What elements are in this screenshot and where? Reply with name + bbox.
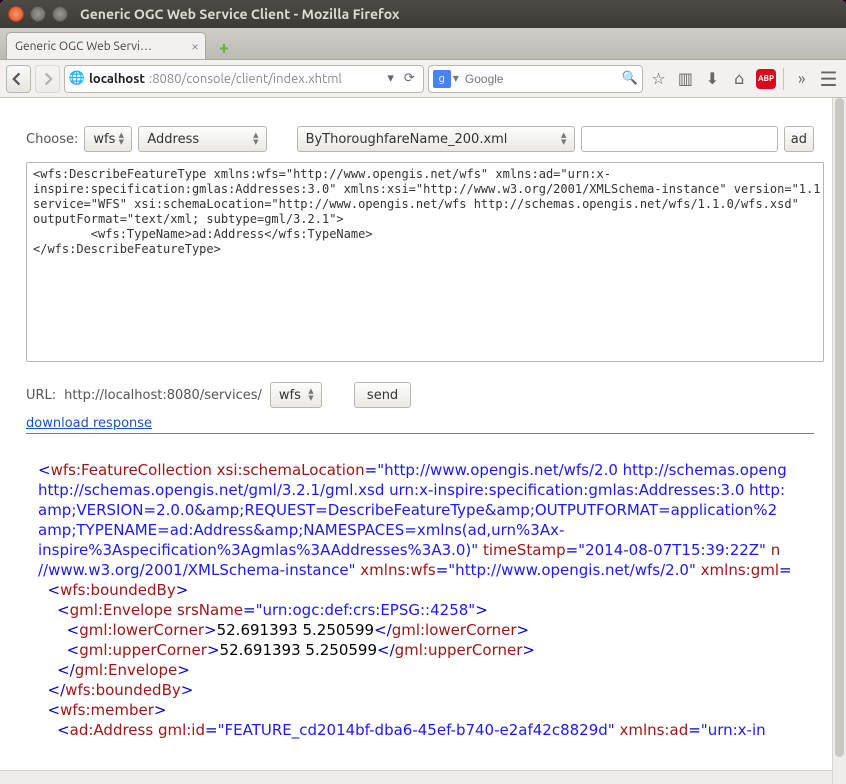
page-content: Choose: wfs ▲▼ Address ▲▼ ByThoroughfare… bbox=[0, 98, 832, 770]
overflow-icon[interactable]: » bbox=[790, 65, 813, 93]
search-engine-dropdown-icon[interactable]: ▼ bbox=[453, 74, 459, 83]
downloads-icon[interactable]: ⬇ bbox=[701, 65, 724, 93]
url-service-select[interactable]: wfs ▲▼ bbox=[270, 382, 322, 408]
spinner-icon: ▲▼ bbox=[558, 129, 570, 149]
browser-tab[interactable]: Generic OGC Web Servi… × bbox=[6, 32, 206, 59]
new-tab-button[interactable]: + bbox=[212, 37, 236, 59]
url-bar[interactable]: 🌐 localhost :8080/console/client/index.xh… bbox=[64, 65, 424, 93]
window-close-button[interactable] bbox=[8, 6, 24, 22]
reader-icon[interactable]: ▥ bbox=[674, 65, 697, 93]
search-engine-icon[interactable]: g bbox=[433, 70, 451, 88]
bookmark-star-icon[interactable]: ☆ bbox=[647, 65, 670, 93]
forward-button[interactable] bbox=[35, 65, 60, 93]
search-bar[interactable]: g ▼ 🔍 bbox=[428, 65, 643, 93]
nav-toolbar: 🌐 localhost :8080/console/client/index.xh… bbox=[0, 60, 846, 98]
site-identity-icon[interactable]: 🌐 bbox=[69, 71, 85, 86]
window-minimize-button[interactable] bbox=[30, 6, 46, 22]
search-go-icon[interactable]: 🔍 bbox=[622, 71, 638, 86]
response-body: <wfs:FeatureCollection xsi:schemaLocatio… bbox=[26, 440, 814, 740]
firefox-window: Generic OGC Web Service Client - Mozilla… bbox=[0, 0, 846, 784]
separator bbox=[26, 433, 814, 434]
home-icon[interactable]: ⌂ bbox=[728, 65, 751, 93]
request-body-textarea[interactable] bbox=[26, 162, 824, 362]
type-select[interactable]: Address ▲▼ bbox=[138, 126, 266, 152]
url-history-dropdown-icon[interactable]: ▾ bbox=[385, 71, 396, 86]
url-base: http://localhost:8080/services/ bbox=[64, 388, 262, 403]
window-title: Generic OGC Web Service Client - Mozilla… bbox=[80, 6, 400, 22]
add-button[interactable]: ad bbox=[784, 126, 814, 152]
url-row: URL: http://localhost:8080/services/ wfs… bbox=[26, 382, 814, 408]
file-select[interactable]: ByThoroughfareName_200.xml ▲▼ bbox=[297, 126, 575, 152]
vertical-scrollbar[interactable] bbox=[832, 98, 846, 784]
choose-label: Choose: bbox=[26, 132, 78, 147]
adblock-icon[interactable]: ABP bbox=[755, 65, 778, 93]
download-response-link[interactable]: download response bbox=[26, 416, 152, 431]
tab-label: Generic OGC Web Servi… bbox=[15, 40, 152, 53]
window-maximize-button[interactable] bbox=[52, 6, 68, 22]
filter-input[interactable] bbox=[581, 126, 778, 152]
choose-row: Choose: wfs ▲▼ Address ▲▼ ByThoroughfare… bbox=[26, 126, 814, 152]
tab-strip: Generic OGC Web Servi… × + bbox=[0, 28, 846, 60]
url-label: URL: bbox=[26, 388, 56, 403]
content-viewport: Choose: wfs ▲▼ Address ▲▼ ByThoroughfare… bbox=[0, 98, 846, 784]
spinner-icon: ▲▼ bbox=[115, 129, 127, 149]
url-host: localhost bbox=[89, 72, 145, 86]
tab-close-icon[interactable]: × bbox=[191, 38, 199, 54]
spinner-icon: ▲▼ bbox=[305, 385, 317, 405]
url-path: :8080/console/client/index.xhtml bbox=[149, 72, 342, 86]
service-select[interactable]: wfs ▲▼ bbox=[84, 126, 132, 152]
hamburger-menu-icon[interactable]: ☰ bbox=[817, 65, 840, 93]
reload-icon[interactable]: ⟳ bbox=[400, 71, 419, 86]
window-titlebar: Generic OGC Web Service Client - Mozilla… bbox=[0, 0, 846, 28]
scrollbar-thumb[interactable] bbox=[835, 98, 844, 757]
send-button[interactable]: send bbox=[354, 382, 411, 408]
back-button[interactable] bbox=[6, 65, 31, 93]
search-input[interactable] bbox=[463, 71, 622, 87]
horizontal-scrollbar[interactable] bbox=[0, 770, 832, 784]
toolbar-divider bbox=[783, 68, 784, 90]
spinner-icon: ▲▼ bbox=[250, 129, 262, 149]
